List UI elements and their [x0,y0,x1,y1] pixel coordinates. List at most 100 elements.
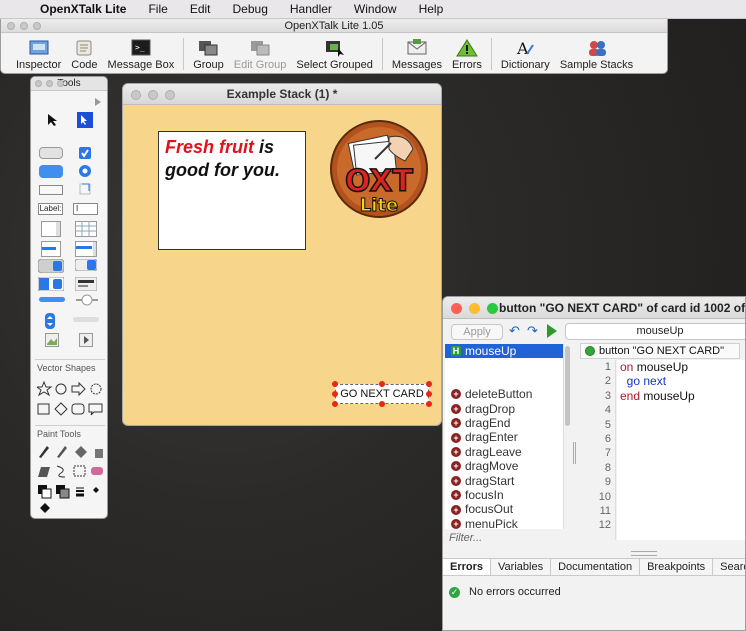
object-status-icon [585,346,595,356]
sample-stacks-button[interactable]: Sample Stacks [555,33,638,74]
menu-file[interactable]: File [137,2,178,16]
selection-handle[interactable] [379,381,385,387]
menu-edit[interactable]: Edit [179,2,222,16]
vector-shapes-heading: Vector Shapes [37,363,96,373]
dictionary-button[interactable]: A Dictionary [496,33,555,74]
popup-menu-tool-icon[interactable] [75,277,97,291]
handler-list-item[interactable]: + dragEnd [445,416,571,430]
scrollbar-tool-icon[interactable] [73,317,99,322]
scrollbar-thumb[interactable] [565,346,570,426]
group-button[interactable]: Group [188,33,229,74]
menu-app[interactable]: OpenXTalk Lite [34,2,137,16]
select-grouped-button[interactable]: Select Grouped [291,33,377,74]
handler-filter-input[interactable]: Filter... [449,532,482,544]
scrolling-list-tool-icon[interactable] [75,241,97,257]
tab-errors[interactable]: Errors [443,559,492,575]
handler-list-item[interactable]: + deleteButton [445,387,571,401]
line-number: 4 [604,404,611,417]
default-button-tool-icon[interactable] [39,165,63,178]
line-number: 5 [604,418,611,431]
text-field[interactable]: Fresh fruit is good for you. [158,131,306,250]
tab-breakpoints[interactable]: Breakpoints [640,559,714,575]
text-field-tool-icon[interactable]: I [73,203,98,215]
apply-button[interactable]: Apply [451,324,503,340]
selection-handle[interactable] [332,401,338,407]
handler-list-item[interactable]: + dragStart [445,474,571,488]
handler-list-item[interactable]: + focusIn [445,488,571,502]
transparent-button-tool-icon[interactable] [79,183,91,195]
pulldown-menu-tool-icon[interactable] [75,259,97,271]
code-scroll-icon [73,39,95,57]
zoom-button[interactable] [57,80,64,87]
pane-splitter[interactable] [573,442,576,464]
close-button[interactable] [451,303,462,314]
minimize-button[interactable] [46,80,53,87]
message-box-button[interactable]: >_ Message Box [103,33,180,74]
tab-search[interactable]: Search [713,559,745,575]
selection-handle[interactable] [379,401,385,407]
selection-handle[interactable] [426,381,432,387]
table-field-tool-icon[interactable] [75,221,97,237]
selection-handle[interactable] [332,391,338,397]
tab-documentation[interactable]: Documentation [551,559,641,575]
handler-list-item[interactable]: + dragDrop [445,402,571,416]
handler-list-item-selected[interactable]: H mouseUp [445,344,571,359]
object-header: button "GO NEXT CARD" [580,343,740,359]
handler-list-scrollbar[interactable] [563,344,571,529]
checkmark-icon: ✓ [449,586,460,598]
code-button[interactable]: Code [66,33,102,74]
checkbox-tool-icon[interactable] [79,147,91,159]
redo-icon[interactable]: ↷ [527,323,538,339]
selection-handle[interactable] [332,381,338,387]
pointer-tool-icon[interactable] [77,112,93,128]
menu-window[interactable]: Window [343,2,408,16]
messages-button[interactable]: Messages [387,33,447,74]
little-arrows-tool-icon[interactable] [45,313,55,329]
close-button[interactable] [35,80,42,87]
pane-resize-handle[interactable] [631,551,657,556]
minimize-button[interactable] [148,90,158,100]
handler-list-item[interactable]: + dragMove [445,459,571,473]
minimize-button[interactable] [469,303,480,314]
image-tool-icon[interactable] [45,333,59,347]
handler-dropdown[interactable]: mouseUp [565,323,745,340]
code-editor[interactable]: on mouseUp go next end mouseUp [617,360,745,540]
handler-list-item[interactable]: + focusOut [445,502,571,516]
minimize-button[interactable] [20,22,28,30]
run-icon[interactable] [547,324,557,338]
menu-help[interactable]: Help [408,2,455,16]
brush-shape-icon[interactable] [39,502,51,514]
inspector-button[interactable]: Inspector [11,33,66,74]
menu-debug[interactable]: Debug [222,2,279,16]
browse-tool-icon[interactable] [47,113,59,127]
label-field-tool-icon[interactable]: Label: [38,203,63,215]
combo-box-tool-icon[interactable] [38,277,64,291]
selection-handle[interactable] [426,401,432,407]
radio-button-tool-icon[interactable] [79,165,91,177]
scrolling-field-tool-icon[interactable] [41,221,61,237]
edit-group-button[interactable]: Edit Group [229,33,292,74]
tab-variables[interactable]: Variables [491,559,552,575]
menu-handler[interactable]: Handler [279,2,343,16]
handler-list-item[interactable]: + menuPick [445,517,571,529]
line-number: 12 [598,519,611,532]
slider-tool-icon[interactable] [75,294,99,306]
handler-list[interactable]: H mouseUp + deleteButton + dragDrop + dragE… [445,344,571,529]
player-tool-icon[interactable] [79,333,93,347]
handler-list-item[interactable]: + dragLeave [445,445,571,459]
push-button-tool-icon[interactable] [39,147,63,159]
zoom-button[interactable] [33,22,41,30]
zoom-button[interactable] [487,303,498,314]
progress-bar-tool-icon[interactable] [39,297,65,302]
close-button[interactable] [7,22,15,30]
list-field-tool-icon[interactable] [41,241,61,257]
close-button[interactable] [131,90,141,100]
handler-list-item[interactable]: + dragEnter [445,430,571,444]
selection-handle[interactable] [426,391,432,397]
errors-button[interactable]: Errors [447,33,487,74]
zoom-button[interactable] [165,90,175,100]
rectangle-button-tool-icon[interactable] [39,185,63,195]
option-menu-tool-icon[interactable] [38,259,64,273]
undo-icon[interactable]: ↶ [509,323,520,339]
expand-arrow-icon[interactable] [94,98,102,106]
